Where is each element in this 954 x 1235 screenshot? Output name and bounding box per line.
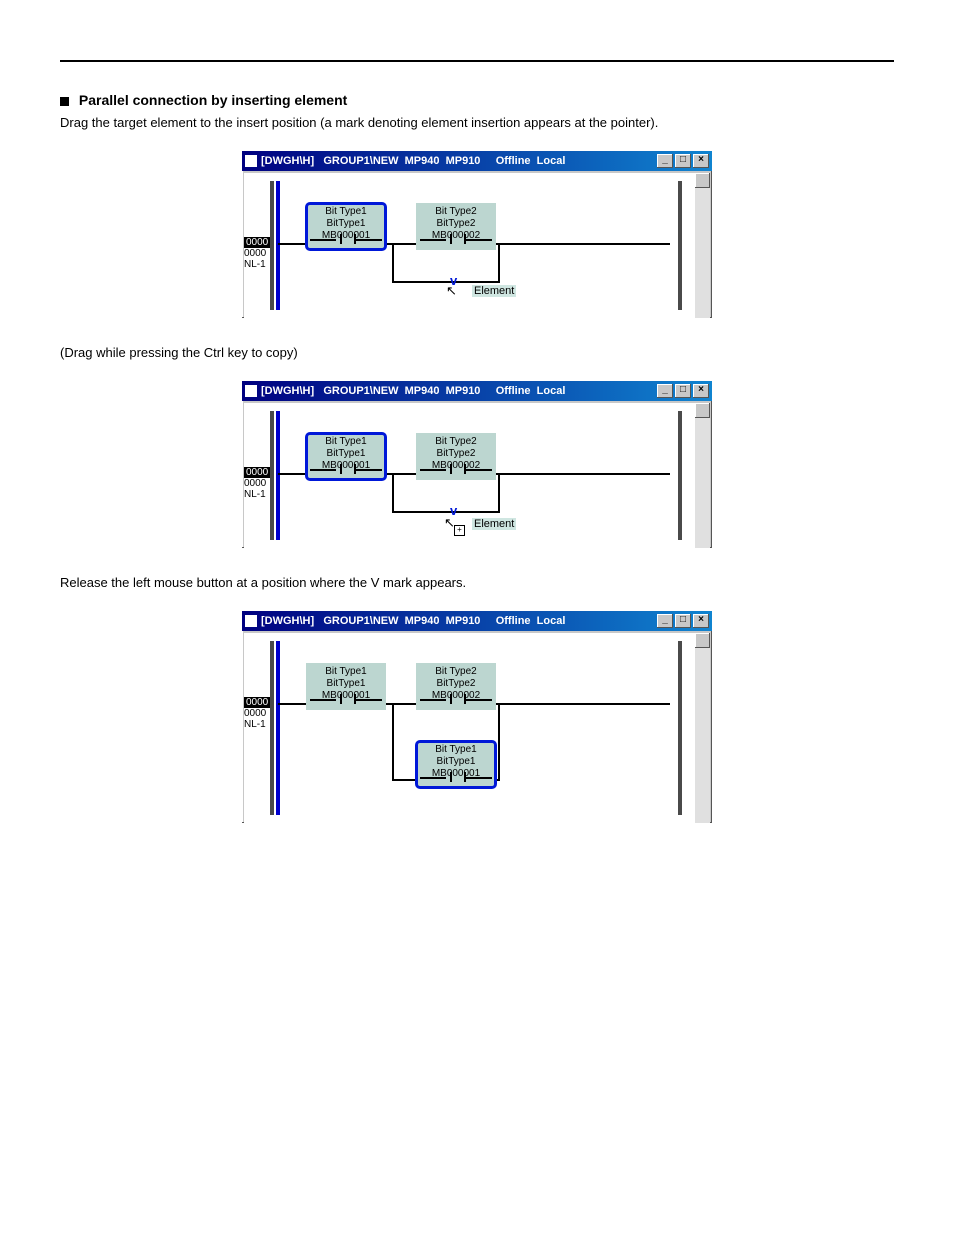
- ladder-canvas[interactable]: 0000 0000 NL-1 Bit Type1 BitType1 MB0000…: [244, 403, 710, 548]
- elem-label-2: BitType1: [416, 756, 496, 768]
- power-rail-right: [678, 181, 682, 310]
- contact-element[interactable]: Bit Type1 BitType1 MB000001: [306, 433, 386, 480]
- contact-element[interactable]: Bit Type2 BitType2 MB000002: [416, 203, 496, 250]
- window-titlebar[interactable]: [DWGH\H] GROUP1\NEW MP940 MP910 Offline …: [242, 151, 712, 171]
- rung-address: 0000 0000 NL-1: [244, 697, 274, 730]
- vertical-scrollbar[interactable]: [695, 633, 710, 823]
- wire: [498, 703, 500, 781]
- vertical-scrollbar[interactable]: [695, 173, 710, 318]
- cursor-icon: ↖: [446, 283, 457, 299]
- section-title: Parallel connection by inserting element: [79, 92, 347, 108]
- power-rail-right: [678, 641, 682, 815]
- addr-line2: 0000: [244, 248, 266, 259]
- vertical-scrollbar[interactable]: [695, 403, 710, 548]
- wire: [496, 473, 670, 475]
- ladder-canvas[interactable]: 0000 0000 NL-1 Bit Type1 BitType1 MB0000…: [244, 633, 710, 823]
- nest-level: NL-1: [244, 259, 266, 270]
- rung-address: 0000 0000 NL-1: [244, 467, 274, 500]
- page-rule: [60, 60, 894, 62]
- close-button[interactable]: ×: [693, 154, 709, 168]
- elem-label-1: Bit Type1: [306, 666, 386, 678]
- wire: [498, 243, 500, 283]
- wire: [278, 243, 306, 245]
- wire: [496, 703, 670, 705]
- wire: [496, 779, 500, 781]
- maximize-button[interactable]: □: [675, 384, 691, 398]
- wire: [496, 243, 670, 245]
- elem-label-2: BitType2: [416, 218, 496, 230]
- nest-level: NL-1: [244, 719, 266, 730]
- ladder-window: [DWGH\H] GROUP1\NEW MP940 MP910 Offline …: [242, 151, 712, 318]
- window-titlebar[interactable]: [DWGH\H] GROUP1\NEW MP940 MP910 Offline …: [242, 611, 712, 631]
- addr-tag: 0000: [244, 467, 270, 478]
- addr-line2: 0000: [244, 478, 266, 489]
- wire: [392, 779, 416, 781]
- ladder-canvas[interactable]: 0000 0000 NL-1 Bit Type1 BitType1 MB0000…: [244, 173, 710, 318]
- contact-element[interactable]: Bit Type1 BitType1 MB000001: [306, 203, 386, 250]
- wire: [392, 473, 394, 513]
- square-bullet-icon: [60, 97, 69, 106]
- addr-tag: 0000: [244, 237, 270, 248]
- rung-marker: [276, 181, 280, 310]
- window-title: [DWGH\H] GROUP1\NEW MP940 MP910 Offline …: [261, 615, 565, 627]
- nest-level: NL-1: [244, 489, 266, 500]
- elem-label-2: BitType1: [306, 448, 386, 460]
- scroll-up-button[interactable]: [695, 173, 710, 188]
- maximize-button[interactable]: □: [675, 154, 691, 168]
- elem-label-2: BitType2: [416, 678, 496, 690]
- wire: [392, 703, 394, 781]
- wire: [392, 243, 394, 283]
- wire: [386, 473, 416, 475]
- copy-plus-icon: +: [454, 525, 465, 536]
- contact-element[interactable]: Bit Type1 BitType1 MB000001: [306, 663, 386, 710]
- wire: [386, 243, 416, 245]
- contact-element[interactable]: Bit Type2 BitType2 MB000002: [416, 663, 496, 710]
- rung-marker: [276, 641, 280, 815]
- scroll-up-button[interactable]: [695, 633, 710, 648]
- window-titlebar[interactable]: [DWGH\H] GROUP1\NEW MP940 MP910 Offline …: [242, 381, 712, 401]
- minimize-button[interactable]: _: [657, 154, 673, 168]
- window-title: [DWGH\H] GROUP1\NEW MP940 MP910 Offline …: [261, 155, 565, 167]
- power-rail-right: [678, 411, 682, 540]
- addr-line2: 0000: [244, 708, 266, 719]
- elem-label-1: Bit Type2: [416, 206, 496, 218]
- elem-label-2: BitType1: [306, 218, 386, 230]
- scroll-up-button[interactable]: [695, 403, 710, 418]
- contact-element[interactable]: Bit Type2 BitType2 MB000002: [416, 433, 496, 480]
- close-button[interactable]: ×: [693, 614, 709, 628]
- caption-1: Drag the target element to the insert po…: [60, 114, 780, 133]
- ladder-window: [DWGH\H] GROUP1\NEW MP940 MP910 Offline …: [242, 381, 712, 548]
- elem-label-1: Bit Type2: [416, 666, 496, 678]
- ladder-window: [DWGH\H] GROUP1\NEW MP940 MP910 Offline …: [242, 611, 712, 823]
- wire: [278, 473, 306, 475]
- contact-element[interactable]: Bit Type1 BitType1 MB000001: [416, 741, 496, 788]
- app-icon: [245, 155, 257, 167]
- section-heading: Parallel connection by inserting element: [60, 92, 894, 108]
- wire: [392, 511, 500, 513]
- elem-label-2: BitType1: [306, 678, 386, 690]
- addr-tag: 0000: [244, 697, 270, 708]
- wire: [498, 473, 500, 513]
- elem-label-1: Bit Type1: [416, 744, 496, 756]
- elem-label-1: Bit Type1: [306, 206, 386, 218]
- close-button[interactable]: ×: [693, 384, 709, 398]
- elem-label-1: Bit Type1: [306, 436, 386, 448]
- wire: [386, 703, 416, 705]
- wire: [278, 703, 306, 705]
- rung-address: 0000 0000 NL-1: [244, 237, 274, 270]
- elem-label-2: BitType2: [416, 448, 496, 460]
- elem-label-1: Bit Type2: [416, 436, 496, 448]
- minimize-button[interactable]: _: [657, 614, 673, 628]
- rung-marker: [276, 411, 280, 540]
- drag-tooltip: Element: [472, 285, 516, 297]
- caption-2: (Drag while pressing the Ctrl key to cop…: [60, 344, 780, 363]
- minimize-button[interactable]: _: [657, 384, 673, 398]
- window-title: [DWGH\H] GROUP1\NEW MP940 MP910 Offline …: [261, 385, 565, 397]
- app-icon: [245, 615, 257, 627]
- drag-tooltip: Element: [472, 518, 516, 530]
- app-icon: [245, 385, 257, 397]
- caption-3: Release the left mouse button at a posit…: [60, 574, 780, 593]
- maximize-button[interactable]: □: [675, 614, 691, 628]
